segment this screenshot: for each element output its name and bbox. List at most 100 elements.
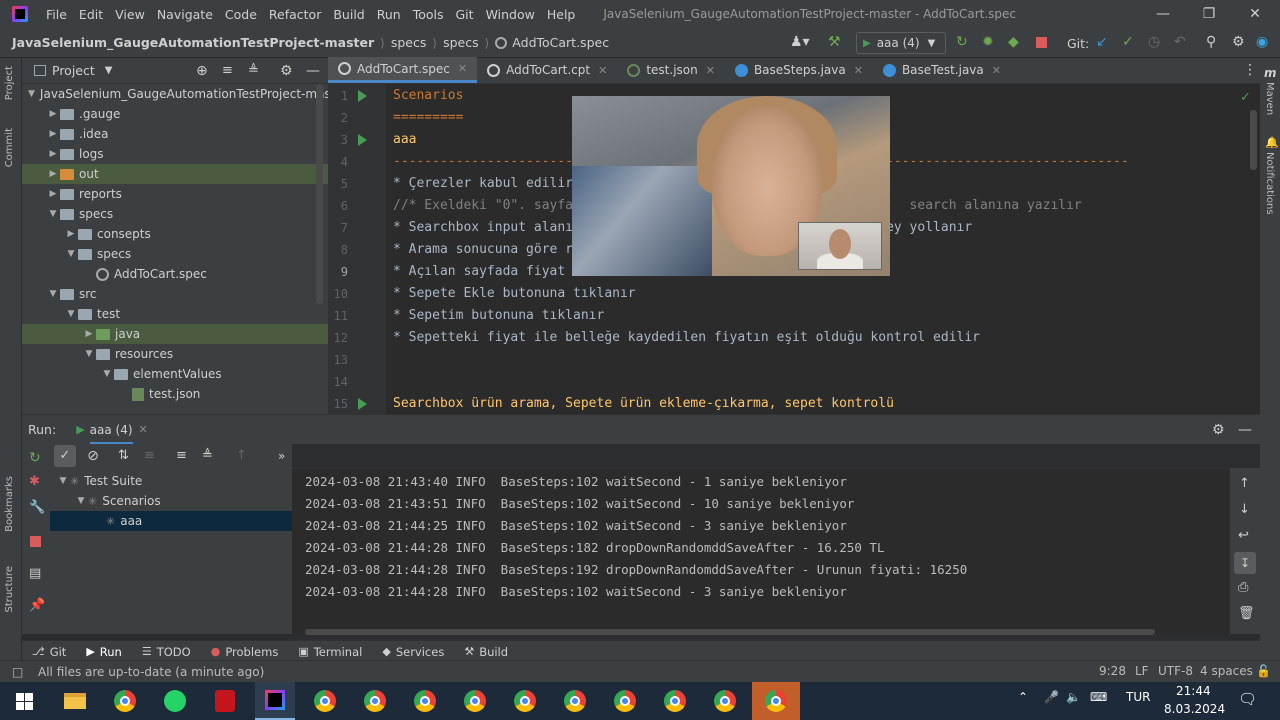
layout-toggle-icon[interactable]: □ <box>12 665 23 679</box>
menu-help[interactable]: Help <box>547 7 576 22</box>
inspection-ok-icon[interactable]: ✓ <box>1240 90 1251 105</box>
tree-item[interactable]: ▼ test <box>22 304 328 324</box>
restore-button[interactable]: ❐ <box>1186 0 1232 28</box>
chevron-down-icon[interactable]: ▼ <box>64 249 78 259</box>
indent-setting[interactable]: 4 spaces <box>1200 664 1253 678</box>
console-horizontal-scrollbar[interactable] <box>305 629 1155 635</box>
chrome-icon[interactable] <box>655 682 695 720</box>
hide-panel-icon[interactable]: — <box>1238 422 1252 438</box>
debug-bug-icon[interactable]: ✹ <box>982 34 994 50</box>
close-tab-icon[interactable]: ✕ <box>139 423 148 436</box>
gear-icon[interactable]: ⚙ <box>280 63 293 79</box>
stop-icon[interactable] <box>30 536 41 547</box>
close-tab-icon[interactable]: ✕ <box>854 64 863 77</box>
run-config-selector[interactable]: ▶ aaa (4) ▼ <box>856 32 946 54</box>
lock-icon[interactable]: 🔓 <box>1256 664 1271 678</box>
video-self-view[interactable] <box>798 222 882 270</box>
chevron-right-icon[interactable]: ▶ <box>46 109 60 119</box>
chevron-right-icon[interactable]: ▶ <box>46 129 60 139</box>
close-tab-icon[interactable]: ✕ <box>458 62 467 75</box>
layout-icon[interactable]: ▤ <box>29 566 41 581</box>
chevron-down-icon[interactable]: ▼ <box>74 496 88 506</box>
clock-date[interactable]: 8.03.2024 <box>1164 702 1225 716</box>
show-passed-icon[interactable]: ✓ <box>54 445 76 467</box>
menu-navigate[interactable]: Navigate <box>157 7 213 22</box>
tree-item[interactable]: ▼ specs <box>22 244 328 264</box>
microphone-icon[interactable]: 🎤 <box>1044 690 1059 704</box>
hide-panel-icon[interactable]: — <box>306 63 320 79</box>
run-scenario-icon[interactable] <box>358 90 367 102</box>
clock-time[interactable]: 21:44 <box>1176 684 1211 698</box>
rerun-icon[interactable]: ↻ <box>956 34 968 50</box>
menu-tools[interactable]: Tools <box>413 7 444 22</box>
rerun-icon[interactable]: ↻ <box>29 450 41 466</box>
tree-item[interactable]: ▼ resources <box>22 344 328 364</box>
wrench-icon[interactable]: 🔧 <box>29 500 45 515</box>
chevron-down-icon[interactable]: ▼ <box>64 309 78 319</box>
editor-tab[interactable]: BaseTest.java ✕ <box>873 57 1011 83</box>
tree-item[interactable]: ▶ .gauge <box>22 104 328 124</box>
run-tab[interactable]: aaa (4) <box>89 423 133 445</box>
menu-refactor[interactable]: Refactor <box>269 7 321 22</box>
rerun-failed-icon[interactable]: ✱ <box>29 474 40 489</box>
tree-item[interactable]: ▶ .idea <box>22 124 328 144</box>
tree-item[interactable]: ▼ specs <box>22 204 328 224</box>
gear-icon[interactable]: ⚙ <box>1212 422 1225 438</box>
project-scrollbar[interactable] <box>316 84 323 304</box>
collapse-all-icon[interactable]: ≜ <box>248 63 259 78</box>
menu-view[interactable]: View <box>115 7 145 22</box>
chevron-right-icon[interactable]: ▶ <box>46 169 60 179</box>
more-icon[interactable]: » <box>278 445 285 467</box>
caret-position[interactable]: 9:28 <box>1099 664 1126 678</box>
chevron-right-icon[interactable]: ▶ <box>64 229 78 239</box>
tool-tab-terminal[interactable]: ▣ Terminal <box>298 645 362 659</box>
tool-tab-run[interactable]: ▶ Run <box>86 645 122 659</box>
acrobat-icon[interactable] <box>205 682 245 720</box>
chrome-icon[interactable] <box>405 682 445 720</box>
menu-window[interactable]: Window <box>486 7 535 22</box>
editor-tab[interactable]: BaseSteps.java ✕ <box>725 57 873 83</box>
history-icon[interactable]: ◷ <box>1148 34 1160 50</box>
intellij-taskbar-icon[interactable] <box>255 682 295 720</box>
menu-build[interactable]: Build <box>333 7 364 22</box>
pin-icon[interactable]: 📌 <box>29 598 45 613</box>
tray-chevron-up-icon[interactable]: ⌃ <box>1018 690 1028 704</box>
tree-item[interactable]: ▶ java <box>22 324 328 344</box>
more-options-icon[interactable]: ⋮ <box>1243 62 1257 78</box>
soft-wrap-icon[interactable]: ↩ <box>1238 528 1249 543</box>
breadcrumb-project[interactable]: JavaSelenium_GaugeAutomationTestProject-… <box>12 35 374 50</box>
close-tab-icon[interactable]: ✕ <box>598 64 607 77</box>
test-tree-item[interactable]: ▼ ✳ Scenarios <box>50 491 292 511</box>
test-tree-item[interactable]: ✳ aaa <box>50 511 292 531</box>
structure-tool-tab[interactable]: Structure <box>4 566 15 613</box>
project-tool-tab[interactable]: Project <box>4 66 15 100</box>
menu-git[interactable]: Git <box>456 7 474 22</box>
project-panel-title[interactable]: Project <box>52 63 95 78</box>
menu-run[interactable]: Run <box>377 7 401 22</box>
rollback-icon[interactable]: ↶ <box>1174 34 1186 50</box>
arrow-up-icon[interactable]: ↑ <box>1239 476 1250 491</box>
tree-item[interactable]: ▼ JavaSelenium_GaugeAutomationTestProject… <box>22 84 328 104</box>
toolbox-icon[interactable]: ◉ <box>1256 34 1268 50</box>
editor-tab[interactable]: AddToCart.cpt ✕ <box>477 57 617 83</box>
tree-item[interactable]: ▶ out <box>22 164 328 184</box>
chevron-down-icon[interactable]: ▼ <box>46 209 60 219</box>
tool-tab-todo[interactable]: ☰ TODO <box>142 645 191 659</box>
tree-item[interactable]: ▶ reports <box>22 184 328 204</box>
chrome-icon[interactable] <box>505 682 545 720</box>
chevron-down-icon[interactable]: ▼ <box>82 349 96 359</box>
git-commit-icon[interactable]: ✓ <box>1122 34 1134 50</box>
expand-all-icon[interactable]: ≡ <box>176 445 187 467</box>
locate-file-icon[interactable]: ⊕ <box>196 63 208 79</box>
commit-tool-tab[interactable]: Commit <box>4 128 15 167</box>
notification-bell-icon[interactable]: 🔔 <box>1265 136 1279 149</box>
print-icon[interactable]: ⎙ <box>1238 580 1248 595</box>
maven-icon[interactable]: m <box>1264 66 1277 80</box>
close-tab-icon[interactable]: ✕ <box>992 64 1001 77</box>
console-output[interactable]: 2024-03-08 21:43:40 INFO BaseSteps:102 w… <box>292 468 1230 634</box>
tool-tab-services[interactable]: ◆ Services <box>382 645 444 659</box>
run-scenario-icon[interactable] <box>358 134 367 146</box>
git-update-icon[interactable]: ↙ <box>1096 34 1108 50</box>
chrome-icon[interactable] <box>555 682 595 720</box>
menu-edit[interactable]: Edit <box>79 7 103 22</box>
